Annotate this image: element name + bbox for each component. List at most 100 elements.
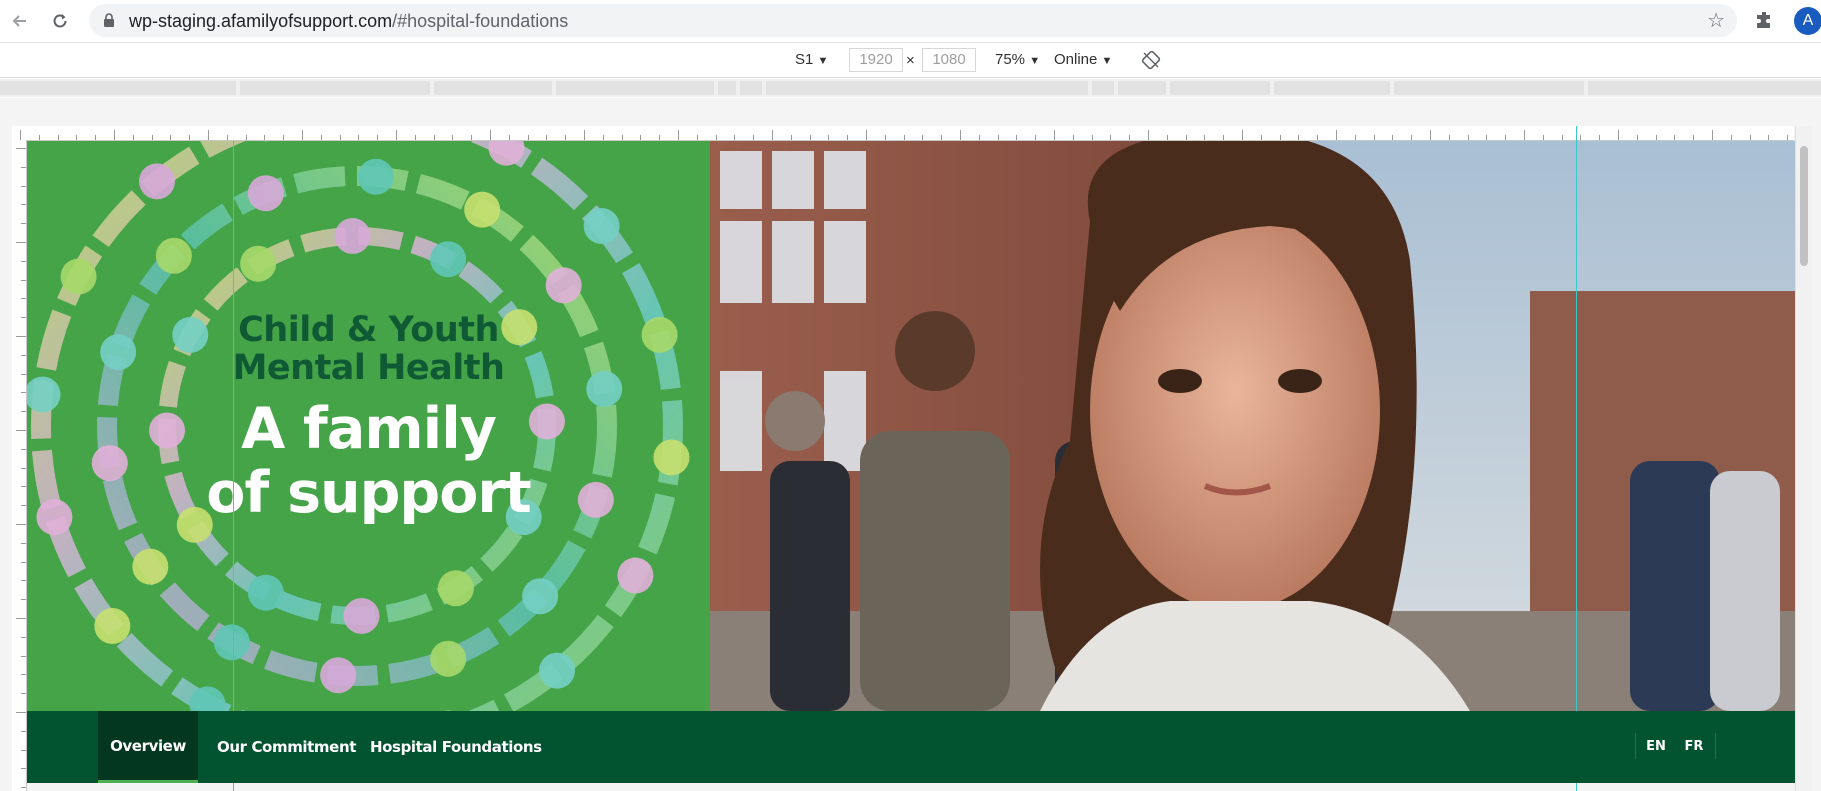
star-icon[interactable]: ☆ [1707,8,1725,33]
ruler-tick [790,135,792,140]
figure-head-shape [247,175,284,212]
nav-item-label: Our Commitment [217,738,356,756]
ruler-tick [21,655,26,657]
figure-head-shape [539,652,576,689]
ruler-tick [21,674,26,676]
ruler-tick [57,135,59,140]
ruler-tick [1542,135,1544,140]
language-en[interactable]: EN [1639,733,1673,759]
url-path: /#hospital-foundations [392,11,569,31]
ruler-tick [734,135,736,140]
ruler-tick [584,130,585,140]
figure-head-shape [94,608,131,645]
figure-head-shape [430,640,467,677]
ruler-tick [226,135,228,140]
ruler-tick [1486,135,1488,140]
ruler-tick [1204,135,1206,140]
reload-icon[interactable] [46,7,74,35]
figure-head-shape [132,548,169,585]
avatar[interactable]: A [1794,7,1821,35]
ruler-tick [208,130,209,140]
ruler-tick [245,135,247,140]
nav-item-our-commitment[interactable]: Our Commitment [217,711,356,783]
ruler-tick [132,135,134,140]
ruler-tick [1035,135,1037,140]
ruler-tick [1467,135,1469,140]
hero-title-line1: A family [241,396,497,462]
rotate-icon[interactable] [1141,50,1161,70]
ruler-tick [1185,135,1187,140]
figure-head-shape [545,267,582,304]
ruler-tick [471,135,473,140]
ruler-tick [16,336,26,337]
media-query-segment[interactable] [1394,81,1584,95]
chevron-down-icon: ▼ [1029,55,1041,67]
media-query-segment[interactable] [556,81,714,95]
width-field[interactable]: 1920 [849,48,903,72]
back-arrow-icon[interactable] [6,7,34,35]
hero-title-line2: of support [206,460,531,526]
scrollbar-thumb[interactable] [1800,146,1808,266]
lock-icon[interactable] [103,13,115,27]
ruler-tick [21,693,26,695]
browser-address-bar: wp-staging.afamilyofsupport.com/#hospita… [0,0,1821,43]
media-query-segment[interactable] [1118,81,1166,95]
ruler-tick [16,430,26,431]
ruler-tick [1354,135,1356,140]
ruler-tick [960,130,961,140]
network-select[interactable]: Online ▼ [1054,51,1112,68]
ruler-tick [302,130,303,140]
ruler-tick [21,787,26,789]
figure-head-shape [213,624,250,661]
ruler-tick [1636,135,1638,140]
zoom-select[interactable]: 75% ▼ [995,51,1040,68]
ruler-tick [1693,135,1695,140]
ruler-tick [753,135,755,140]
device-select[interactable]: S1 ▼ [795,51,828,68]
ruler-tick [16,618,26,619]
ruler-tick [1260,135,1262,140]
extensions-icon[interactable] [1752,9,1776,33]
ruler-tick [21,204,26,206]
ruler-tick [640,135,642,140]
media-query-segment[interactable] [740,81,762,95]
language-fr[interactable]: FR [1677,733,1711,759]
ruler-tick [21,373,26,375]
height-field[interactable]: 1080 [922,48,976,72]
media-query-segment[interactable] [718,81,736,95]
media-query-segment[interactable] [1092,81,1114,95]
media-query-segment[interactable] [240,81,430,95]
ruler-tick [997,135,999,140]
media-query-segment[interactable] [0,81,236,95]
media-query-segment[interactable] [434,81,552,95]
ruler-tick [21,599,26,601]
ruler-tick [1148,130,1149,140]
media-query-segment[interactable] [1274,81,1390,95]
ruler-tick [170,135,172,140]
nav-item-hospital-foundations[interactable]: Hospital Foundations [370,711,542,783]
ruler-tick [847,135,849,140]
ruler-tick [508,135,510,140]
ruler-tick [884,135,886,140]
ruler-tick [21,317,26,319]
ruler-tick [1655,135,1657,140]
ruler-tick [1674,135,1676,140]
ruler-tick [452,135,454,140]
ruler-tick [16,524,26,525]
page-scrollbar[interactable] [1795,126,1812,791]
ruler-tick [21,768,26,770]
ruler-tick [1749,135,1751,140]
figure-head-shape [617,557,654,594]
url-text[interactable]: wp-staging.afamilyofsupport.com/#hospita… [129,11,568,32]
ruler-tick [978,135,980,140]
ruler-tick [264,135,266,140]
nav-item-overview[interactable]: Overview [98,711,198,783]
media-query-segment[interactable] [1588,81,1821,95]
media-query-segment[interactable] [766,81,1088,95]
hero-photo [710,141,1795,711]
media-query-segment[interactable] [1170,81,1270,95]
omnibox[interactable]: wp-staging.afamilyofsupport.com/#hospita… [89,4,1737,37]
ruler-tick [1129,135,1131,140]
ruler-tick [1054,130,1055,140]
ruler-tick [21,279,26,281]
